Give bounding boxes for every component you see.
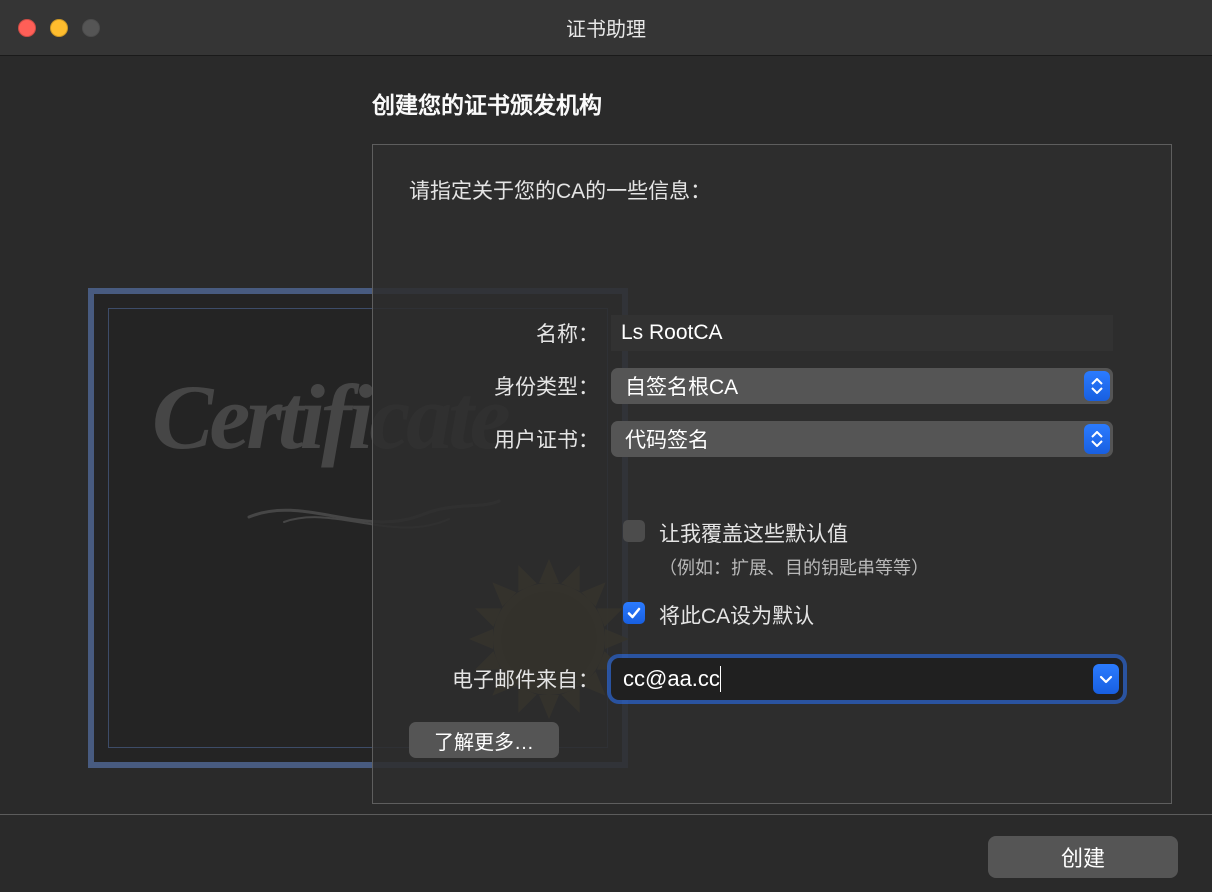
override-defaults-subtext: （例如：扩展、目的钥匙串等等） — [659, 554, 1135, 580]
email-label: 电子邮件来自： — [409, 664, 611, 694]
learn-more-label: 了解更多… — [434, 726, 534, 755]
name-input[interactable] — [611, 315, 1113, 351]
create-button-label: 创建 — [1061, 841, 1105, 873]
close-button[interactable] — [18, 19, 36, 37]
user-cert-label: 用户证书： — [409, 424, 611, 454]
text-caret-icon — [720, 666, 721, 692]
email-input-text: cc@aa.cc — [623, 666, 720, 692]
learn-more-button[interactable]: 了解更多… — [409, 722, 559, 758]
checkbox-box-icon — [623, 602, 645, 624]
create-button[interactable]: 创建 — [988, 836, 1178, 878]
identity-type-select[interactable]: 自签名根CA — [611, 368, 1113, 404]
updown-stepper-icon — [1084, 371, 1110, 401]
user-cert-value: 代码签名 — [625, 424, 709, 454]
minimize-button[interactable] — [50, 19, 68, 37]
updown-stepper-icon — [1084, 424, 1110, 454]
identity-type-value: 自签名根CA — [625, 371, 738, 401]
form-instruction: 请指定关于您的CA的一些信息： — [409, 175, 1135, 205]
window-controls — [18, 19, 100, 37]
maximize-button[interactable] — [82, 19, 100, 37]
name-label: 名称： — [409, 318, 611, 348]
override-defaults-checkbox[interactable]: 让我覆盖这些默认值 — [623, 518, 1135, 548]
dropdown-chevron-icon — [1093, 664, 1119, 694]
window-title: 证书助理 — [0, 13, 1212, 42]
identity-type-label: 身份类型： — [409, 371, 611, 401]
checkbox-box-icon — [623, 520, 645, 542]
set-default-ca-label: 将此CA设为默认 — [659, 600, 814, 630]
window-titlebar: 证书助理 — [0, 0, 1212, 56]
email-combobox[interactable]: cc@aa.cc — [611, 658, 1123, 700]
user-cert-select[interactable]: 代码签名 — [611, 421, 1113, 457]
form-panel: 请指定关于您的CA的一些信息： 名称： 身份类型： 自签名根CA 用户证书： — [372, 144, 1172, 804]
set-default-ca-checkbox[interactable]: 将此CA设为默认 — [623, 600, 1135, 630]
page-title: 创建您的证书颁发机构 — [372, 86, 1178, 120]
override-defaults-label: 让我覆盖这些默认值 — [659, 518, 848, 548]
